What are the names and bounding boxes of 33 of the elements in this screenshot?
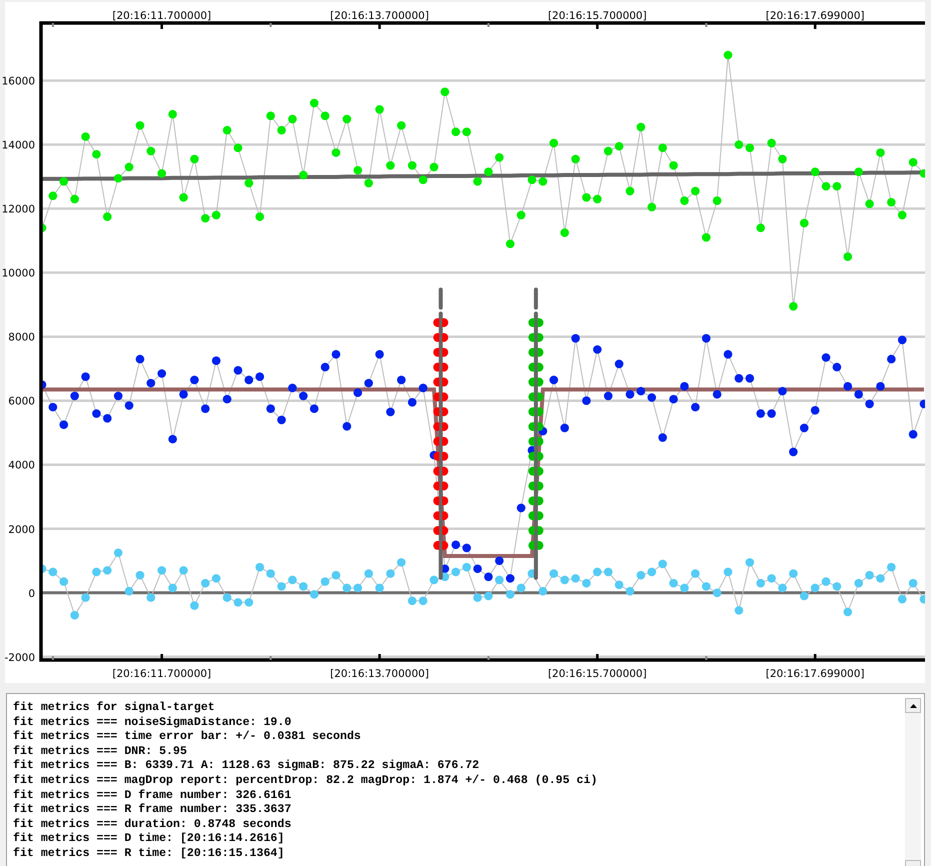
log-line: fit metrics === duration: 0.8748 seconds (13, 818, 292, 832)
log-line: fit metrics === D frame number: 326.6161 (13, 788, 292, 803)
axis-label: [20:16:17.699000] (766, 668, 864, 680)
log-line: fit metrics === noiseSigmaDistance: 19.0 (13, 716, 292, 730)
axis-label: [20:16:11.700000] (112, 668, 212, 680)
axis-label: [20:16:15.700000] (548, 668, 647, 680)
up-arrow-icon (910, 704, 916, 708)
log-line: fit metrics === DNR: 5.95 (13, 744, 188, 759)
log-line: fit metrics === R time: [20:16:15.1364] (13, 846, 286, 862)
axis-label: 6000 (8, 396, 35, 408)
axis-label: 4000 (8, 460, 35, 472)
log-line: fit metrics === time error bar: +/- 0.0381 seconds (13, 730, 362, 745)
log-line: fit metrics === B: 6339.71 A: 1128.63 sigmaB: 875.22 sigmaA: 676.72 (13, 759, 480, 774)
log-line: fit metrics === D time: [20:16:14.2616] (13, 832, 286, 847)
axis-label: 2000 (8, 524, 35, 536)
axis-label: 12000 (2, 204, 35, 216)
axis-label: [20:16:11.700000] (112, 10, 212, 22)
axis-label: [20:16:13.700000] (330, 668, 429, 680)
axis-label: 8000 (8, 332, 35, 344)
axis-label: [20:16:13.700000] (330, 10, 429, 22)
scroll-up-button[interactable] (905, 698, 921, 713)
axis-label: 10000 (2, 268, 35, 280)
axis-label: [20:16:15.700000] (548, 10, 647, 22)
log-line: fit metrics for signal-target (13, 701, 216, 716)
axis-label: 0 (28, 588, 35, 600)
axis-label: 14000 (2, 140, 35, 152)
scroll-down-button[interactable] (905, 860, 921, 866)
axis-label: [20:16:17.699000] (766, 10, 864, 22)
log-line: fit metrics === R frame number: 335.3637 (13, 803, 292, 818)
axis-label: 16000 (2, 76, 35, 88)
log-line: fit metrics === magDrop report: percentDrop: 82.2 magDrop: 1.874 +/- 0.468 (0.95 ci) (13, 774, 598, 789)
scrollbar[interactable] (905, 698, 921, 866)
axis-label: -2000 (4, 652, 35, 664)
